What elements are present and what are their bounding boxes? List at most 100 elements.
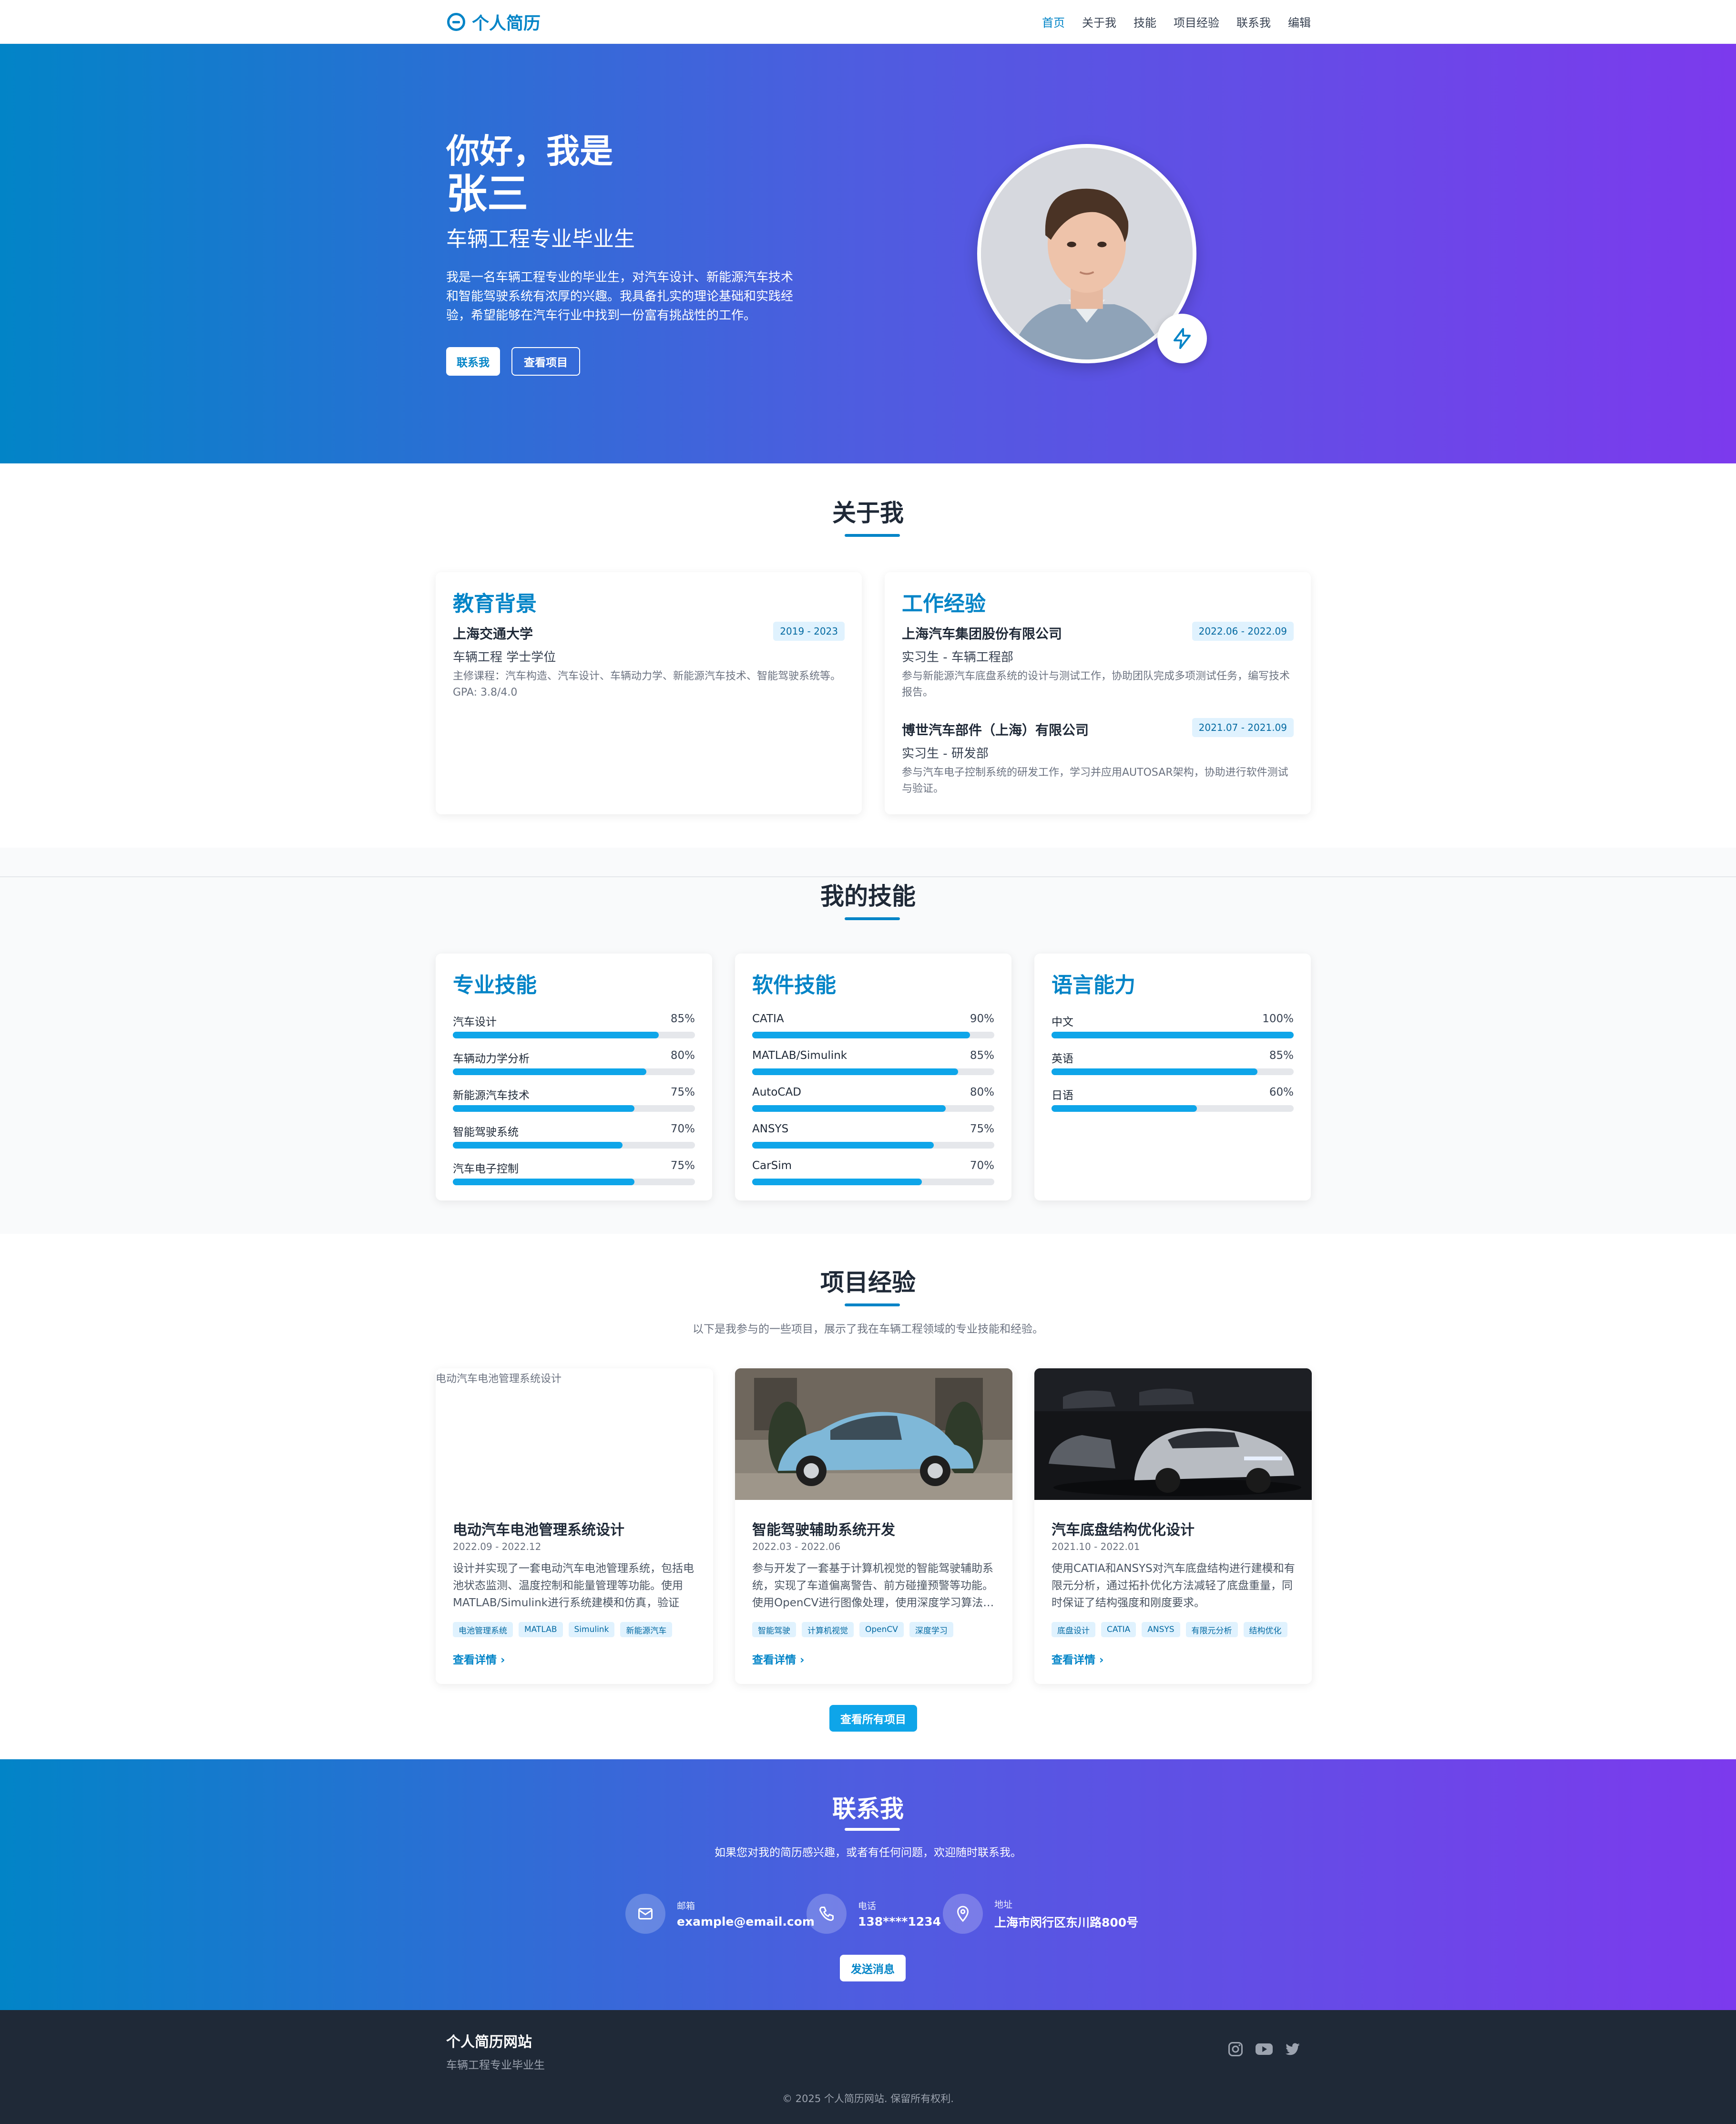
project-image-broken: 电动汽车电池管理系统设计	[436, 1368, 713, 1500]
nav-link-skills[interactable]: 技能	[1134, 13, 1156, 30]
view-all-projects-button[interactable]: 查看所有项目	[829, 1705, 917, 1732]
project-tags: 底盘设计 CATIA ANSYS 有限元分析 结构优化	[1052, 1622, 1287, 1637]
skill-name: CATIA	[752, 1013, 784, 1025]
contact-phone[interactable]: 电话 138****1234	[807, 1894, 941, 1934]
hero-section: 你好，我是 张三 车辆工程专业毕业生 我是一名车辆工程专业的毕业生，对汽车设计、…	[0, 44, 1736, 463]
job-company: 上海汽车集团股份有限公司	[902, 626, 1062, 642]
skill-percent: 90%	[970, 1013, 994, 1025]
skill-bar-fill	[752, 1142, 934, 1149]
navbar: 个人简历 首页 关于我 技能 项目经验 联系我 编辑	[0, 0, 1736, 44]
project-title: 电动汽车电池管理系统设计	[453, 1522, 624, 1539]
skill-bar-fill	[453, 1032, 659, 1038]
view-projects-button[interactable]: 查看项目	[511, 347, 580, 376]
chevron-right-icon: ›	[1099, 1654, 1104, 1666]
skill-row: 新能源汽车技术 75%	[453, 1086, 695, 1112]
job-company: 博世汽车部件（上海）有限公司	[902, 722, 1089, 738]
phone-icon	[807, 1894, 847, 1934]
project-card: 电动汽车电池管理系统设计 电动汽车电池管理系统设计 2022.09 - 2022…	[436, 1368, 713, 1684]
skill-bar-fill	[453, 1179, 634, 1185]
youtube-icon[interactable]	[1255, 2041, 1274, 2058]
contact-email[interactable]: 邮箱 example@email.com	[625, 1894, 815, 1934]
job-description: 参与新能源汽车底盘系统的设计与测试工作，协助团队完成多项测试任务，编写技术报告。	[902, 670, 1290, 698]
nav-link-contact[interactable]: 联系我	[1236, 13, 1271, 30]
skill-bar-track	[752, 1105, 994, 1112]
project-tag: 有限元分析	[1185, 1622, 1238, 1637]
footer-subtitle: 车辆工程专业毕业生	[446, 2059, 545, 2072]
skill-name: MATLAB/Simulink	[752, 1049, 848, 1062]
nav-link-about[interactable]: 关于我	[1082, 13, 1116, 30]
project-link-label: 查看详情	[453, 1654, 497, 1666]
skill-name: 中文	[1052, 1016, 1073, 1028]
project-tag: 电池管理系统	[453, 1622, 513, 1637]
skill-bar-fill	[752, 1068, 958, 1075]
skill-percent: 60%	[1269, 1086, 1294, 1098]
skill-percent: 80%	[970, 1086, 994, 1098]
skill-bar-track	[752, 1179, 994, 1185]
social-links	[1227, 2041, 1301, 2058]
skill-bar-fill	[1052, 1032, 1294, 1038]
skill-row: 汽车设计 85%	[453, 1013, 695, 1038]
project-tag: ANSYS	[1142, 1622, 1180, 1637]
image-alt-text: 电动汽车电池管理系统设计	[436, 1373, 562, 1385]
education-card: 教育背景 上海交通大学 2019 - 2023 车辆工程 学士学位 主修课程：汽…	[436, 572, 862, 814]
projects-title-underline	[845, 1303, 900, 1306]
skill-row: 汽车电子控制 75%	[453, 1159, 695, 1185]
school-name: 上海交通大学	[453, 626, 533, 642]
skill-percent: 70%	[670, 1123, 695, 1135]
brand-logo[interactable]: 个人简历	[447, 11, 541, 33]
skill-bar-fill	[453, 1105, 634, 1112]
project-details-link[interactable]: 查看详情 ›	[1052, 1651, 1104, 1667]
skill-bar-fill	[1052, 1068, 1257, 1075]
skill-name: 英语	[1052, 1053, 1073, 1065]
hero-subtitle: 车辆工程专业毕业生	[446, 227, 635, 251]
skill-percent: 85%	[970, 1049, 994, 1062]
education-description: 主修课程：汽车构造、汽车设计、车辆动力学、新能源汽车技术、智能驾驶系统等。GPA…	[453, 670, 841, 698]
address-value: 上海市闵行区东川路800号	[994, 1915, 1139, 1929]
footer-title: 个人简历网站	[446, 2034, 532, 2051]
project-details-link[interactable]: 查看详情 ›	[752, 1651, 805, 1667]
project-tags: 智能驾驶 计算机视觉 OpenCV 深度学习	[752, 1622, 953, 1637]
project-tags: 电池管理系统 MATLAB Simulink 新能源汽车	[453, 1622, 673, 1637]
skill-row: 日语 60%	[1052, 1086, 1294, 1112]
project-date: 2022.09 - 2022.12	[453, 1541, 541, 1552]
contact-intro: 如果您对我的简历感兴趣，或者有任何问题，欢迎随时联系我。	[715, 1847, 1021, 1859]
skill-bar-fill	[453, 1142, 623, 1149]
nav-link-projects[interactable]: 项目经验	[1174, 13, 1219, 30]
skill-bar-track	[453, 1068, 695, 1075]
send-message-button[interactable]: 发送消息	[840, 1955, 906, 1981]
skill-percent: 70%	[970, 1159, 994, 1172]
skill-bar-track	[752, 1068, 994, 1075]
skill-percent: 100%	[1262, 1013, 1294, 1025]
contact-me-button[interactable]: 联系我	[446, 347, 500, 376]
skill-bar-track	[453, 1105, 695, 1112]
project-tag: 智能驾驶	[752, 1622, 796, 1637]
instagram-icon[interactable]	[1227, 2041, 1244, 2058]
nav-link-home[interactable]: 首页	[1042, 13, 1065, 30]
skill-row: 中文 100%	[1052, 1013, 1294, 1038]
skill-bar-track	[752, 1142, 994, 1149]
skill-row: CATIA 90%	[752, 1013, 994, 1038]
project-details-link[interactable]: 查看详情 ›	[453, 1651, 505, 1667]
skill-bar-fill	[752, 1179, 922, 1185]
skill-bar-fill	[752, 1105, 946, 1112]
address-label: 地址	[994, 1899, 1013, 1910]
chevron-right-icon: ›	[500, 1654, 505, 1666]
work-heading: 工作经验	[902, 592, 986, 616]
skill-percent: 85%	[670, 1013, 695, 1025]
job-description: 参与汽车电子控制系统的研发工作，学习并应用AUTOSAR架构，协助进行软件测试与…	[902, 767, 1288, 795]
nav-link-edit[interactable]: 编辑	[1288, 13, 1311, 30]
education-heading: 教育背景	[453, 592, 537, 616]
about-title-underline	[845, 534, 900, 537]
skill-name: 车辆动力学分析	[453, 1053, 530, 1065]
copyright: © 2025 个人简历网站. 保留所有权利.	[782, 2093, 954, 2104]
skill-name: ANSYS	[752, 1123, 789, 1135]
skill-percent: 85%	[1269, 1049, 1294, 1062]
twitter-icon[interactable]	[1284, 2041, 1301, 2058]
project-tag: OpenCV	[859, 1622, 904, 1637]
skill-group-heading: 专业技能	[453, 973, 537, 997]
skill-name: 新能源汽车技术	[453, 1089, 530, 1102]
contact-address[interactable]: 地址 上海市闵行区东川路800号	[943, 1894, 1138, 1934]
skill-name: 汽车电子控制	[453, 1163, 519, 1175]
project-description: 设计并实现了一套电动汽车电池管理系统，包括电池状态监测、温度控制和能量管理等功能…	[453, 1562, 694, 1609]
bolt-badge[interactable]	[1157, 314, 1207, 363]
